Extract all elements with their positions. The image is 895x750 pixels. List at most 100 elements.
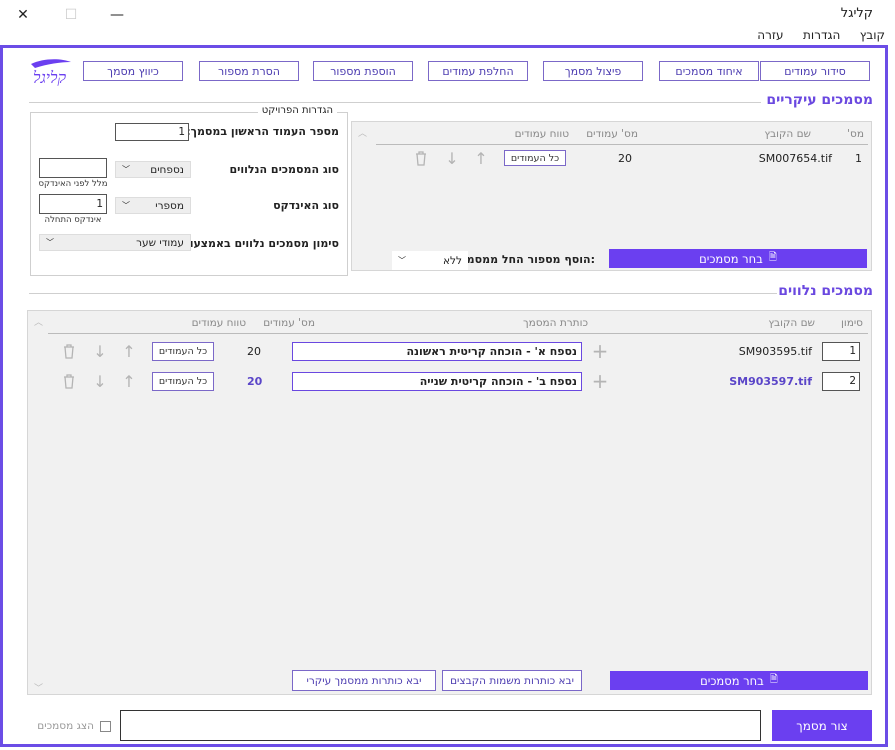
row-pages: 20 [247, 375, 263, 388]
table-row: 1 SM007654.tif 20 כל העמודים ↑ ↓ [376, 148, 868, 170]
mark-input[interactable]: 1 [822, 342, 860, 361]
attached-type-label: סוג המסמכים הנלווים [229, 163, 339, 176]
menu-help[interactable]: עזרה [757, 28, 783, 42]
header-rule [48, 333, 868, 334]
col-range: טווח עמודים [514, 128, 569, 140]
doc-title-input[interactable]: נספח ב' - הוכחה קריטית שנייה [292, 372, 582, 391]
remove-numbering-button[interactable]: הסרת מספור [199, 61, 299, 81]
move-up-icon[interactable]: ↑ [472, 149, 490, 168]
add-number-value: ללא [443, 254, 462, 267]
show-docs-checkbox-wrap[interactable]: הצג מסמכים [31, 718, 111, 734]
attached-docs-title: מסמכים נלווים [778, 283, 873, 299]
first-page-input[interactable]: 1 [115, 123, 189, 141]
output-field[interactable] [120, 710, 761, 741]
start-index-input[interactable]: 1 [39, 194, 107, 214]
maximize-icon[interactable]: ☐ [48, 2, 94, 28]
choose-main-docs-button[interactable]: 🗎 בחר מסמכים [609, 249, 867, 268]
col-range: טווח עמודים [191, 317, 246, 329]
logo-text: קליגל [33, 68, 67, 87]
scroll-up-icon[interactable]: ︿ [358, 126, 367, 139]
menu-bar: קובץ הגדרות עזרה [0, 28, 895, 46]
index-type-select[interactable]: מספרי ﹀ [115, 197, 191, 214]
attached-docs-panel: ︿ ﹀ סימון שם הקובץ כותרת המסמך מס' עמודי… [27, 310, 872, 695]
add-icon[interactable]: + [590, 339, 610, 363]
header-rule [376, 144, 868, 145]
attached-type-select[interactable]: נספחים ﹀ [115, 161, 191, 178]
merge-docs-button[interactable]: איחוד מסמכים [659, 61, 759, 81]
add-number-label-wrap: הוסף מספור החל ממסמך: [460, 253, 595, 266]
delete-icon[interactable] [62, 343, 80, 361]
mark-input[interactable]: 2 [822, 372, 860, 391]
show-docs-label: הצג מסמכים [37, 720, 94, 732]
row-filename: SM007654.tif [758, 152, 832, 165]
choose-attached-docs-button[interactable]: 🗎 בחר מסמכים [610, 671, 868, 690]
col-pages: מס' עמודים [586, 128, 638, 140]
add-number-select[interactable]: ללא ﹀ [392, 251, 468, 270]
titles-from-files-button[interactable]: יבא כותרות משמות הקבצים [442, 670, 582, 691]
col-doc-title: כותרת המסמך [522, 317, 588, 329]
chevron-down-icon: ﹀ [122, 201, 130, 210]
minimize-icon[interactable]: — [94, 2, 140, 28]
add-numbering-button[interactable]: הוספת מספור [313, 61, 413, 81]
table-row: 1 SM903595.tif + נספח א' - הוכחה קריטית … [48, 339, 868, 363]
delete-icon[interactable] [414, 150, 432, 168]
attached-type-value: נספחים [150, 163, 184, 176]
row-pages: 20 [618, 152, 632, 165]
delimiter-caption: מלל לפני האינדקס [38, 179, 108, 189]
page-range-button[interactable]: כל העמודים [504, 150, 566, 166]
move-down-icon[interactable]: ↓ [91, 372, 109, 391]
chevron-down-icon: ﹀ [122, 165, 130, 174]
start-index-caption: אינדקס התחלה [44, 215, 102, 225]
page-range-button[interactable]: כל העמודים [152, 372, 214, 391]
index-type-label: סוג האינדקס [273, 199, 339, 212]
page-range-button[interactable]: כל העמודים [152, 342, 214, 361]
chevron-down-icon: ﹀ [46, 238, 54, 247]
add-number-label: הוסף מספור החל ממסמך: [460, 253, 595, 266]
titles-from-main-button[interactable]: יבא כותרות ממסמך עיקרי [292, 670, 436, 691]
col-pages: מס' עמודים [263, 317, 315, 329]
delimiter-input[interactable] [39, 158, 107, 178]
close-icon[interactable]: ✕ [0, 2, 46, 28]
doc-title-input[interactable]: נספח א' - הוכחה קריטית ראשונה [292, 342, 582, 361]
divider [29, 293, 777, 294]
marking-label: סימון מסמכים נלווים באמצעות [182, 237, 339, 250]
sort-pages-button[interactable]: סידור עמודים [760, 61, 870, 81]
project-settings-title: הגדרות הפרויקט [257, 105, 337, 116]
main-docs-panel: ︿ מס' שם הקובץ מס' עמודים טווח עמודים 1 … [351, 121, 872, 271]
move-down-icon[interactable]: ↓ [91, 342, 109, 361]
move-down-icon[interactable]: ↓ [443, 149, 461, 168]
delete-icon[interactable] [62, 373, 80, 391]
choose-attached-docs-label: בחר מסמכים [700, 673, 764, 688]
create-doc-button[interactable]: צור מסמך [772, 710, 872, 741]
add-icon[interactable]: + [590, 369, 610, 393]
scroll-up-icon[interactable]: ︿ [34, 315, 43, 328]
marking-select[interactable]: עמודי שער ﹀ [39, 234, 191, 251]
compress-doc-button[interactable]: כיווץ מסמך [83, 61, 183, 81]
move-up-icon[interactable]: ↑ [120, 342, 138, 361]
row-filename: SM903595.tif [738, 345, 812, 358]
marking-value: עמודי שער [136, 236, 184, 249]
row-pages: 20 [247, 345, 261, 358]
title-bar: ✕ ☐ — קליגל [0, 0, 895, 30]
col-filename: שם הקובץ [764, 128, 811, 140]
col-mark: סימון [840, 317, 863, 329]
replace-pages-button[interactable]: החלפת עמודים [428, 61, 528, 81]
split-doc-button[interactable]: פיצול מסמך [543, 61, 643, 81]
row-num: 1 [855, 152, 862, 165]
scroll-down-icon[interactable]: ﹀ [34, 681, 43, 694]
first-page-label: מספר העמוד הראשון במסמך: [186, 125, 339, 138]
main-docs-title: מסמכים עיקריים [766, 92, 873, 108]
logo: קליגל [27, 56, 75, 90]
index-type-value: מספרי [155, 199, 184, 212]
menu-settings[interactable]: הגדרות [803, 28, 840, 42]
move-up-icon[interactable]: ↑ [120, 372, 138, 391]
menu-file[interactable]: קובץ [860, 28, 885, 42]
project-settings-group: הגדרות הפרויקט מספר העמוד הראשון במסמך: … [30, 105, 348, 276]
row-filename: SM903597.tif [729, 375, 812, 388]
choose-main-docs-label: בחר מסמכים [699, 251, 763, 266]
table-row: 2 SM903597.tif + נספח ב' - הוכחה קריטית … [48, 369, 868, 393]
file-icon: 🗎 [768, 252, 777, 263]
col-num: מס' [847, 128, 864, 140]
show-docs-checkbox[interactable] [100, 720, 111, 732]
divider [29, 102, 761, 103]
